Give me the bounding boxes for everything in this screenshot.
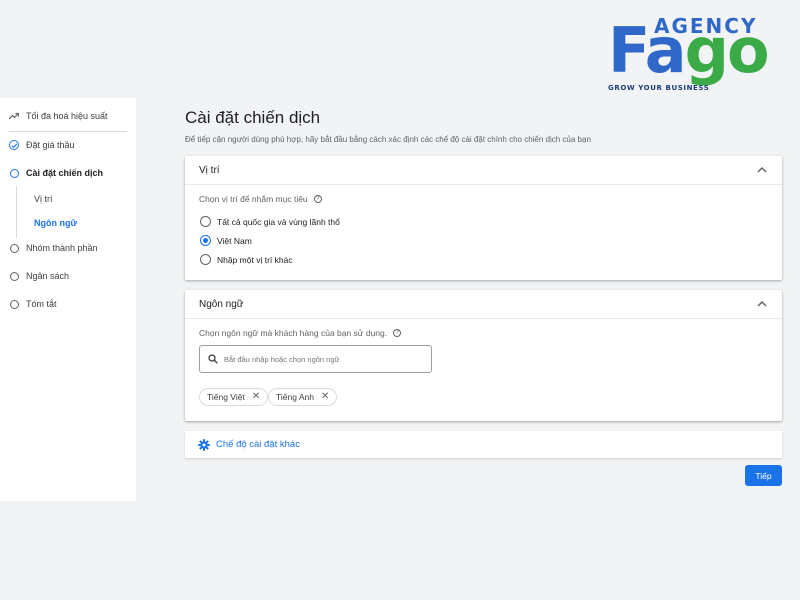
sidebar-item-bidding[interactable]: Đặt giá thầu — [0, 140, 75, 150]
page-subtitle: Để tiếp cận người dùng phù hợp, hãy bắt … — [185, 135, 591, 144]
sidebar-item-budget[interactable]: Ngân sách — [0, 271, 69, 281]
radio-label: Việt Nam — [217, 235, 252, 246]
language-question-text: Chọn ngôn ngữ mà khách hàng của bạn sử d… — [199, 328, 388, 338]
language-search-input[interactable] — [224, 354, 424, 364]
language-chip-english: Tiếng Anh ✕ — [268, 388, 338, 406]
sidebar-subitem-language[interactable]: Ngôn ngữ — [34, 218, 77, 228]
fago-agency-logo: AGENCY Fago GROW YOUR BUSINESS — [604, 12, 784, 104]
step-ring-icon — [9, 271, 19, 281]
steps-sidebar: Tối đa hoá hiệu suất Đặt giá thầu Cài đặ… — [0, 98, 136, 501]
radio-all-countries[interactable]: Tất cả quốc gia và vùng lãnh thổ — [200, 216, 340, 227]
logo-tagline: GROW YOUR BUSINESS — [608, 84, 710, 92]
substep-line — [16, 186, 17, 238]
chevron-up-icon[interactable] — [756, 298, 768, 310]
help-icon[interactable]: ? — [313, 195, 322, 203]
sidebar-divider — [9, 131, 127, 132]
sidebar-item-summary[interactable]: Tóm tắt — [0, 299, 57, 309]
page-title: Cài đặt chiến dịch — [185, 108, 321, 127]
help-icon[interactable]: ? — [393, 329, 402, 337]
sidebar-item-performance[interactable]: Tối đa hoá hiệu suất — [0, 111, 108, 121]
logo-wordmark: Fago — [608, 14, 770, 87]
search-icon — [208, 354, 218, 364]
location-card: Vị trí Chọn vị trí để nhắm mục tiêu ? Tấ… — [185, 156, 782, 280]
more-settings-label: Chế độ cài đặt khác — [216, 439, 300, 450]
trending-up-icon — [9, 111, 19, 121]
sidebar-item-label: Cài đặt chiến dịch — [26, 168, 104, 178]
language-card: Ngôn ngữ Chọn ngôn ngữ mà khách hàng của… — [185, 290, 782, 421]
chip-label: Tiếng Việt — [207, 392, 245, 402]
sidebar-item-asset-group[interactable]: Nhóm thành phần — [0, 243, 98, 253]
location-card-title: Vị trí — [199, 164, 220, 176]
radio-button[interactable] — [200, 254, 211, 265]
sidebar-item-label: Ngân sách — [26, 271, 70, 281]
language-question: Chọn ngôn ngữ mà khách hàng của bạn sử d… — [199, 328, 402, 338]
sidebar-item-label: Đặt giá thầu — [26, 140, 75, 150]
chip-label: Tiếng Anh — [276, 392, 314, 402]
language-search-field[interactable] — [199, 345, 432, 373]
close-icon[interactable]: ✕ — [252, 392, 260, 402]
current-step-ring-icon — [9, 168, 19, 178]
location-question: Chọn vị trí để nhắm mục tiêu ? — [199, 194, 322, 204]
radio-label: Nhập một vị trí khác — [217, 254, 293, 265]
sidebar-subitem-location[interactable]: Vị trí — [34, 194, 53, 204]
sidebar-item-label: Nhóm thành phần — [26, 243, 98, 253]
step-ring-icon — [9, 299, 19, 309]
radio-button-selected[interactable] — [200, 235, 211, 246]
chevron-up-icon[interactable] — [756, 164, 768, 176]
language-card-title: Ngôn ngữ — [199, 298, 244, 310]
gear-icon — [198, 438, 210, 451]
language-card-header[interactable]: Ngôn ngữ — [185, 290, 782, 319]
more-settings-link[interactable]: Chế độ cài đặt khác — [185, 431, 782, 458]
location-card-header[interactable]: Vị trí — [185, 156, 782, 185]
check-circle-icon — [9, 140, 19, 150]
sidebar-item-campaign-settings[interactable]: Cài đặt chiến dịch — [0, 168, 103, 178]
step-ring-icon — [9, 243, 19, 253]
language-chip-vietnamese: Tiếng Việt ✕ — [199, 388, 269, 406]
sidebar-item-label: Tóm tắt — [26, 299, 57, 309]
sidebar-item-label: Tối đa hoá hiệu suất — [26, 111, 108, 121]
next-button[interactable]: Tiếp — [745, 465, 782, 486]
location-question-text: Chọn vị trí để nhắm mục tiêu — [199, 194, 308, 204]
close-icon[interactable]: ✕ — [321, 392, 329, 402]
radio-other-location[interactable]: Nhập một vị trí khác — [200, 254, 293, 265]
radio-vietnam[interactable]: Việt Nam — [200, 235, 252, 246]
radio-label: Tất cả quốc gia và vùng lãnh thổ — [217, 216, 340, 227]
radio-button[interactable] — [200, 216, 211, 227]
